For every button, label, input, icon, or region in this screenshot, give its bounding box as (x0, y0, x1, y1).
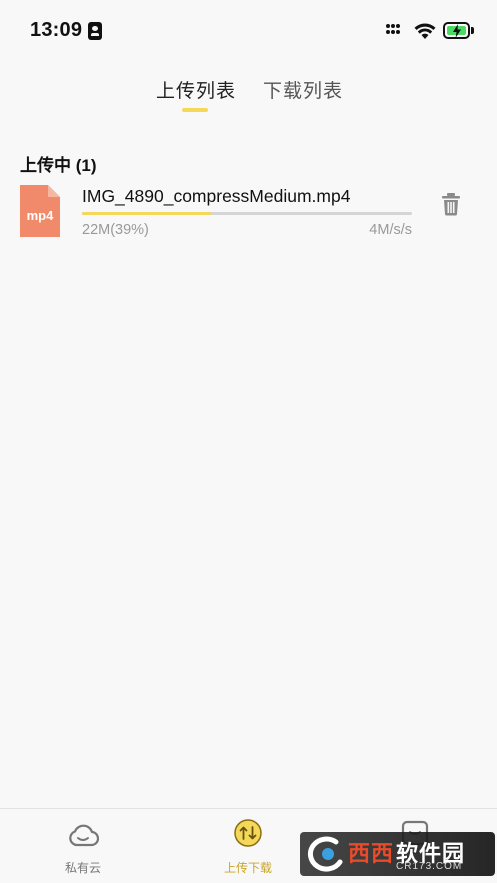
video-file-icon: mp4 (20, 185, 60, 237)
file-type-label: mp4 (27, 208, 55, 223)
nav-private-cloud[interactable]: 私有云 (43, 819, 123, 879)
cellular-signal-icon (386, 24, 404, 38)
watermark-emblem-icon (307, 836, 343, 872)
file-size-progress: 22M(39%) (82, 222, 149, 238)
active-tab-indicator (182, 108, 208, 112)
contact-card-icon (88, 22, 102, 40)
nav-upload-download[interactable]: 上传下载 (208, 819, 288, 879)
transfer-tabs: 上传列表 下载列表 (0, 72, 497, 118)
watermark-subtext: CR173.COM (396, 861, 463, 872)
tab-download-list[interactable]: 下载列表 (263, 76, 343, 103)
tab-upload-list[interactable]: 上传列表 (156, 76, 236, 103)
upload-speed: 4M/s/s (369, 222, 412, 238)
status-bar: 13:09 (0, 0, 497, 62)
wifi-icon (414, 23, 436, 39)
uploading-section-title: 上传中 (1) (20, 156, 97, 175)
watermark-logo: 西西 软件园 CR173.COM (300, 832, 495, 876)
upload-progress-fill (82, 212, 211, 215)
battery-cap (471, 27, 474, 34)
status-time: 13:09 (30, 19, 83, 41)
watermark-text-red: 西西 (348, 841, 395, 866)
trash-icon[interactable] (440, 192, 462, 216)
cloud-icon (69, 824, 99, 847)
transfer-icon (234, 819, 262, 847)
charging-bolt-icon (453, 24, 461, 38)
nav-upload-download-label: 上传下载 (223, 861, 272, 875)
file-name: IMG_4890_compressMedium.mp4 (82, 186, 351, 206)
upload-progress-bar (82, 212, 412, 215)
nav-private-cloud-label: 私有云 (64, 861, 101, 875)
list-item[interactable]: mp4 IMG_4890_compressMedium.mp4 22M(39%)… (0, 180, 497, 246)
